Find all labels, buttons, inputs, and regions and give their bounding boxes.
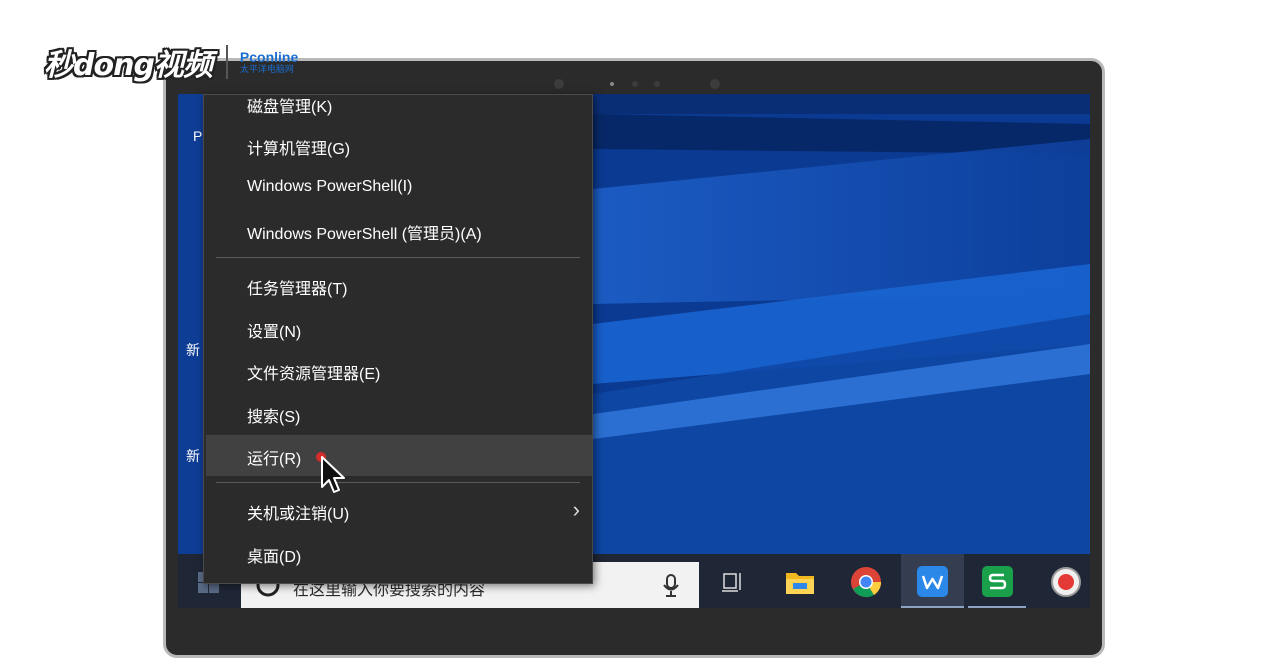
menu-item-label: 关机或注销(U) xyxy=(247,506,350,523)
taskbar-item-wps-writer[interactable] xyxy=(901,554,964,608)
desktop-label: P xyxy=(193,128,203,144)
menu-item-desktop[interactable]: 桌面(D) xyxy=(204,533,592,573)
menu-item-label: 计算机管理(G) xyxy=(247,141,351,158)
chevron-right-icon: › xyxy=(572,497,580,522)
menu-item-shutdown[interactable]: 关机或注销(U) › xyxy=(204,490,592,530)
winx-context-menu: 磁盘管理(K) 计算机管理(G) Windows PowerShell(I) W… xyxy=(203,94,593,584)
sensor-icon xyxy=(710,79,720,89)
menu-separator xyxy=(216,257,580,258)
active-indicator xyxy=(901,606,964,608)
menu-item-disk-management[interactable]: 磁盘管理(K) xyxy=(204,83,592,123)
menu-item-task-manager[interactable]: 任务管理器(T) xyxy=(204,265,592,305)
menu-item-label: 设置(N) xyxy=(247,324,302,341)
sensor-icon xyxy=(654,81,660,87)
menu-item-search[interactable]: 搜索(S) xyxy=(204,393,592,433)
menu-item-file-explorer[interactable]: 文件资源管理器(E) xyxy=(204,350,592,390)
watermark-divider xyxy=(225,45,228,79)
mouse-cursor-icon xyxy=(321,456,345,493)
wps-sheets-icon xyxy=(982,566,1013,597)
menu-item-label: 文件资源管理器(E) xyxy=(247,366,381,383)
menu-item-label: Windows PowerShell(I) xyxy=(247,178,413,195)
chrome-icon[interactable] xyxy=(850,566,882,598)
pconline-sub: 太平洋电脑网 xyxy=(239,64,294,74)
menu-item-label: 搜索(S) xyxy=(247,409,301,426)
microphone-icon[interactable] xyxy=(663,574,679,598)
menu-item-computer-management[interactable]: 计算机管理(G) xyxy=(204,125,592,165)
pconline-logo: Pconline 太平洋电脑网 xyxy=(240,50,298,74)
file-explorer-icon[interactable] xyxy=(785,569,815,595)
pconline-brand: Pconline xyxy=(239,49,299,65)
desktop-label: 新 xyxy=(186,448,200,464)
camera-icon xyxy=(632,81,638,87)
menu-item-label: 磁盘管理(K) xyxy=(247,99,333,116)
menu-item-powershell[interactable]: Windows PowerShell(I) xyxy=(204,168,592,208)
active-indicator xyxy=(968,606,1026,608)
watermark-brand: 秒dong视频 xyxy=(44,48,213,83)
taskbar-item-wps-sheets[interactable] xyxy=(966,554,1026,608)
menu-item-label: 运行(R) xyxy=(247,451,302,468)
menu-item-label: Windows PowerShell (管理员)(A) xyxy=(247,226,482,243)
desktop-label: 新 xyxy=(186,342,200,358)
menu-item-settings[interactable]: 设置(N) xyxy=(204,308,592,348)
menu-item-powershell-admin[interactable]: Windows PowerShell (管理员)(A) xyxy=(204,210,592,250)
wps-writer-icon xyxy=(917,566,948,597)
menu-item-label: 任务管理器(T) xyxy=(247,281,348,298)
menu-item-run[interactable]: 运行(R) xyxy=(206,435,592,476)
task-view-icon[interactable] xyxy=(721,570,745,594)
menu-item-label: 桌面(D) xyxy=(247,549,302,566)
record-icon[interactable] xyxy=(1050,566,1082,598)
menu-separator xyxy=(216,482,580,483)
led-icon xyxy=(610,82,614,86)
watermark: 秒dong视频 Pconline 太平洋电脑网 xyxy=(44,40,298,84)
